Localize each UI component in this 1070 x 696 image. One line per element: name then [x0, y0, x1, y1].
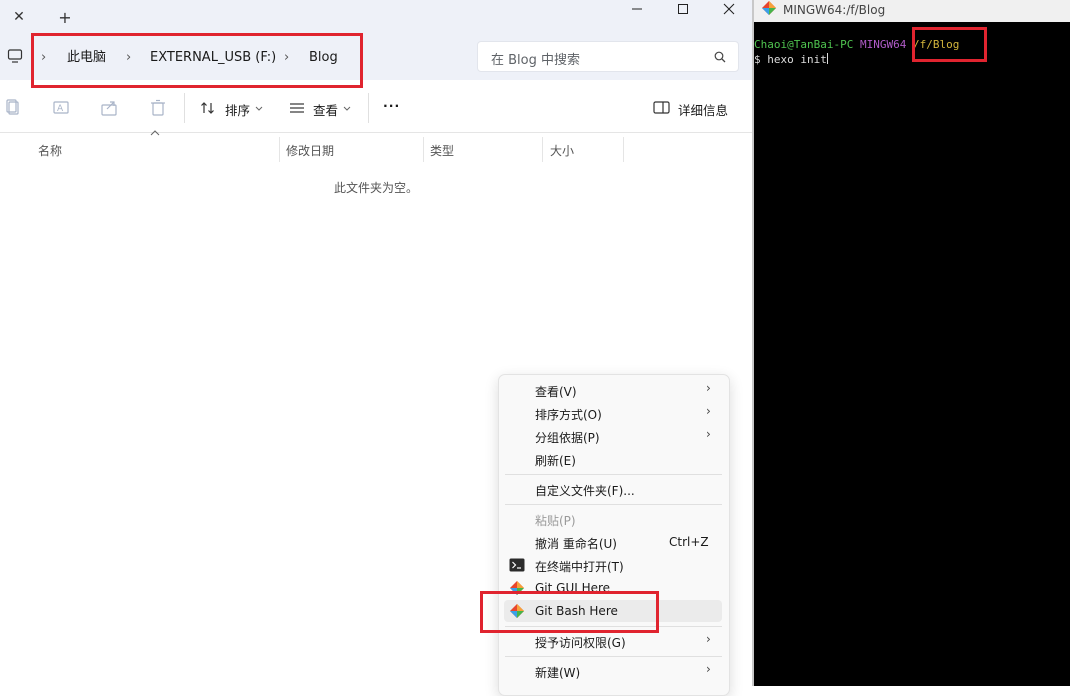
- column-header-type[interactable]: 类型: [430, 142, 454, 159]
- breadcrumb-separator[interactable]: ›: [284, 49, 289, 67]
- git-icon: [510, 604, 524, 618]
- menu-item-sort-by[interactable]: 排序方式(O): [535, 406, 602, 423]
- git-icon: [510, 581, 524, 595]
- menu-separator: [505, 504, 722, 505]
- details-pane-label: 详细信息: [678, 103, 729, 118]
- chevron-down-icon: [255, 106, 263, 111]
- terminal-title-bar: MINGW64:/f/Blog: [754, 0, 1070, 22]
- menu-item-customize-folder[interactable]: 自定义文件夹(F)...: [535, 482, 635, 499]
- submenu-arrow-icon: ›: [706, 404, 711, 418]
- menu-item-open-in-terminal[interactable]: 在终端中打开(T): [535, 558, 624, 575]
- file-explorer-window: ✕ + › 此电脑 › EXTERNAL_USB (F:) › Blog 在 B…: [0, 0, 752, 696]
- breadcrumb-blog[interactable]: Blog: [309, 49, 338, 67]
- new-tab-button[interactable]: +: [54, 7, 76, 27]
- prompt-env: MINGW64: [859, 38, 907, 51]
- menu-item-group-by[interactable]: 分组依据(P): [535, 429, 600, 446]
- view-button[interactable]: 查看: [288, 96, 358, 120]
- submenu-arrow-icon: ›: [706, 632, 711, 646]
- text-cursor: [826, 53, 828, 64]
- search-box[interactable]: 在 Blog 中搜索: [477, 41, 739, 72]
- search-placeholder: 在 Blog 中搜索: [491, 53, 581, 68]
- terminal-icon: [509, 558, 525, 572]
- submenu-arrow-icon: ›: [706, 662, 711, 676]
- column-header-size[interactable]: 大小: [550, 142, 574, 159]
- toolbar-divider: [184, 93, 185, 123]
- title-bar: ✕ +: [0, 0, 752, 34]
- git-icon: [762, 1, 776, 15]
- menu-item-new[interactable]: 新建(W): [535, 664, 580, 681]
- toolbar-divider: [368, 93, 369, 123]
- sort-button[interactable]: 排序: [198, 96, 268, 120]
- git-bash-terminal-window[interactable]: MINGW64:/f/Blog Chaoi@TanBai-PC MINGW64 …: [754, 0, 1070, 686]
- delete-icon[interactable]: [148, 98, 168, 118]
- submenu-arrow-icon: ›: [706, 427, 711, 441]
- details-pane-button[interactable]: 详细信息: [652, 96, 742, 120]
- close-window-button[interactable]: [706, 0, 752, 18]
- minimize-button[interactable]: [614, 0, 660, 18]
- minimize-icon: [632, 8, 642, 10]
- column-divider[interactable]: [423, 137, 424, 162]
- details-pane-icon: [653, 101, 670, 114]
- column-divider[interactable]: [542, 137, 543, 162]
- terminal-command-line: $ hexo init: [754, 53, 828, 66]
- terminal-title: MINGW64:/f/Blog: [783, 3, 886, 17]
- undo-shortcut: Ctrl+Z: [669, 535, 709, 549]
- breadcrumb-external-usb[interactable]: EXTERNAL_USB (F:): [150, 49, 276, 67]
- sort-icon: [201, 102, 214, 114]
- breadcrumb-this-pc[interactable]: 此电脑: [67, 49, 106, 67]
- menu-separator: [505, 656, 722, 657]
- sort-ascending-icon: [150, 130, 160, 136]
- view-label: 查看: [313, 103, 339, 118]
- menu-item-git-gui-here[interactable]: Git GUI Here: [535, 581, 610, 595]
- prompt-path: /f/Blog: [912, 38, 960, 51]
- close-icon: [723, 3, 735, 15]
- tab-close-button[interactable]: ✕: [8, 7, 30, 27]
- submenu-arrow-icon: ›: [706, 381, 711, 395]
- menu-separator: [505, 474, 722, 475]
- chevron-down-icon: [343, 106, 351, 111]
- copy-icon[interactable]: [4, 98, 24, 118]
- empty-folder-message: 此文件夹为空。: [333, 181, 418, 195]
- breadcrumb-separator[interactable]: ›: [126, 49, 131, 67]
- share-icon[interactable]: [100, 98, 120, 118]
- view-icon: [290, 103, 304, 113]
- command-text: $ hexo init: [754, 53, 827, 66]
- svg-text:A: A: [57, 104, 64, 114]
- menu-item-view[interactable]: 查看(V): [535, 383, 577, 400]
- column-divider[interactable]: [279, 137, 280, 162]
- breadcrumb-separator[interactable]: ›: [41, 49, 46, 67]
- column-divider[interactable]: [623, 137, 624, 162]
- menu-item-give-access[interactable]: 授予访问权限(G): [535, 634, 626, 651]
- search-icon[interactable]: [714, 51, 726, 63]
- menu-item-paste: 粘贴(P): [535, 514, 576, 528]
- menu-separator: [505, 626, 722, 627]
- maximize-icon: [678, 4, 688, 14]
- maximize-button[interactable]: [660, 0, 706, 18]
- column-header-name[interactable]: 名称: [38, 142, 62, 159]
- more-options-button[interactable]: ···: [383, 98, 400, 113]
- terminal-prompt-line: Chaoi@TanBai-PC MINGW64 /f/Blog: [754, 38, 959, 51]
- rename-icon[interactable]: A: [52, 98, 72, 118]
- column-header-date-modified[interactable]: 修改日期: [286, 142, 334, 159]
- menu-item-undo-rename[interactable]: 撤消 重命名(U): [535, 535, 617, 552]
- sort-label: 排序: [225, 103, 251, 118]
- computer-icon[interactable]: [7, 48, 23, 64]
- prompt-user-host: Chaoi@TanBai-PC: [754, 38, 854, 51]
- menu-item-git-bash-here[interactable]: Git Bash Here: [535, 604, 618, 618]
- menu-item-refresh[interactable]: 刷新(E): [535, 452, 576, 469]
